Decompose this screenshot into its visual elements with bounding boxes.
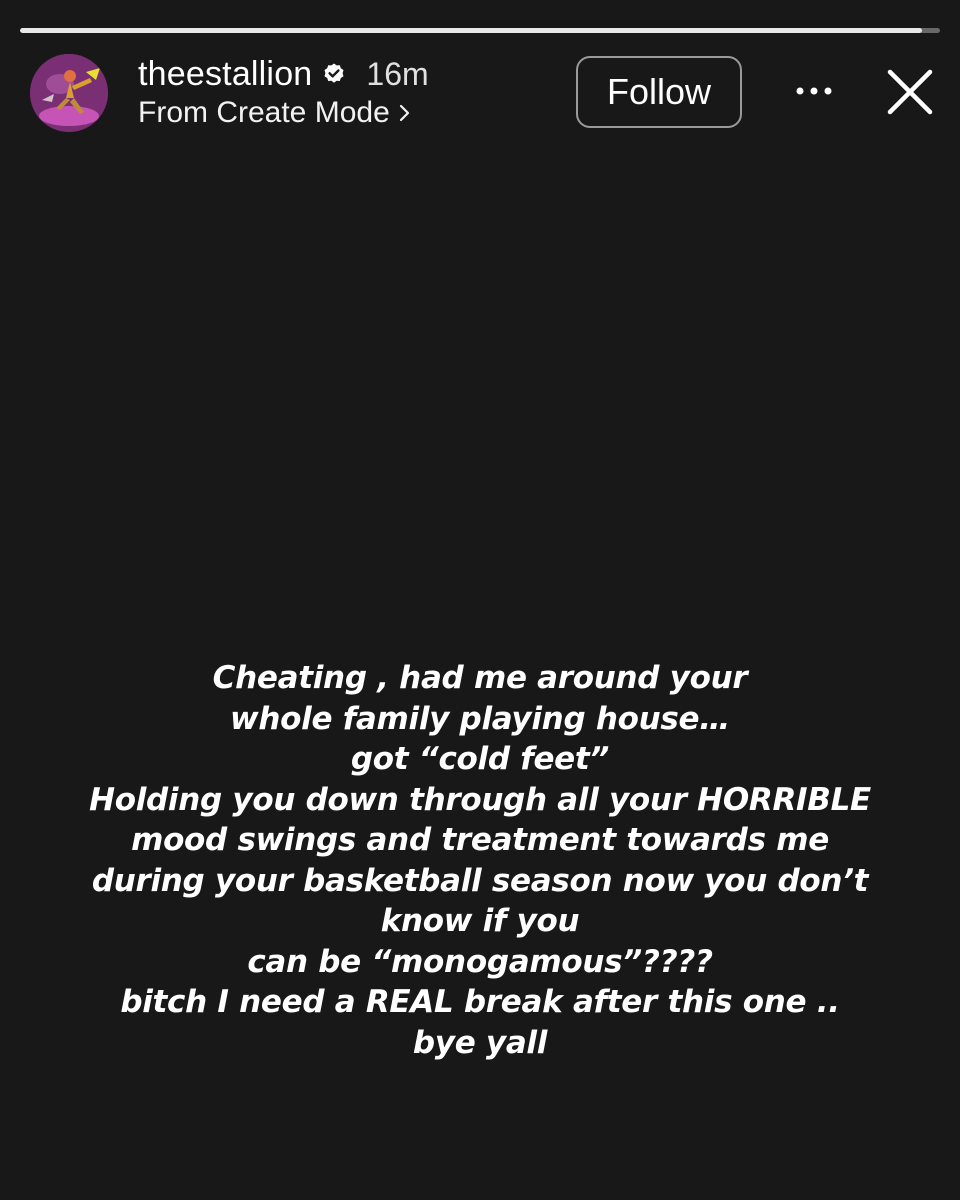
caption-line: whole family playing house… bbox=[230, 700, 730, 737]
avatar-image bbox=[30, 54, 108, 132]
avatar[interactable] bbox=[30, 54, 108, 132]
follow-button[interactable]: Follow bbox=[576, 56, 742, 128]
story-header: theestallion 16m From Create Mode Follow bbox=[28, 52, 938, 134]
name-row: theestallion 16m bbox=[138, 54, 429, 94]
caption-line: mood swings and treatment towards me bbox=[131, 822, 829, 858]
caption-line: know if you bbox=[380, 903, 580, 939]
verified-badge-icon bbox=[324, 63, 344, 83]
close-icon bbox=[887, 69, 933, 115]
caption-line: Cheating , had me around your bbox=[212, 660, 748, 696]
story-viewer[interactable]: theestallion 16m From Create Mode Follow bbox=[0, 0, 960, 1200]
caption-line: can be “monogamous”???? bbox=[247, 943, 713, 980]
close-button[interactable] bbox=[880, 62, 940, 122]
story-meta: theestallion 16m From Create Mode bbox=[138, 54, 429, 134]
more-dots-icon bbox=[796, 87, 832, 95]
caption-line: bye yall bbox=[412, 1024, 548, 1061]
story-caption: Cheating , had me around your whole famil… bbox=[20, 658, 940, 1063]
post-time: 16m bbox=[366, 55, 429, 92]
caption-line: got “cold feet” bbox=[350, 741, 610, 777]
username-link[interactable]: theestallion bbox=[138, 55, 312, 94]
caption-line: Holding you down through all your HORRIB… bbox=[89, 781, 871, 818]
subtitle-text: From Create Mode bbox=[138, 96, 390, 129]
create-mode-link[interactable]: From Create Mode bbox=[138, 94, 429, 132]
caption-line: during your basketball season now you do… bbox=[91, 862, 869, 899]
chevron-right-icon bbox=[399, 104, 409, 122]
story-progress-fill bbox=[20, 28, 922, 33]
story-progress-bar bbox=[20, 28, 940, 33]
more-options-button[interactable] bbox=[788, 76, 840, 106]
caption-line: bitch I need a REAL break after this one… bbox=[120, 984, 840, 1020]
